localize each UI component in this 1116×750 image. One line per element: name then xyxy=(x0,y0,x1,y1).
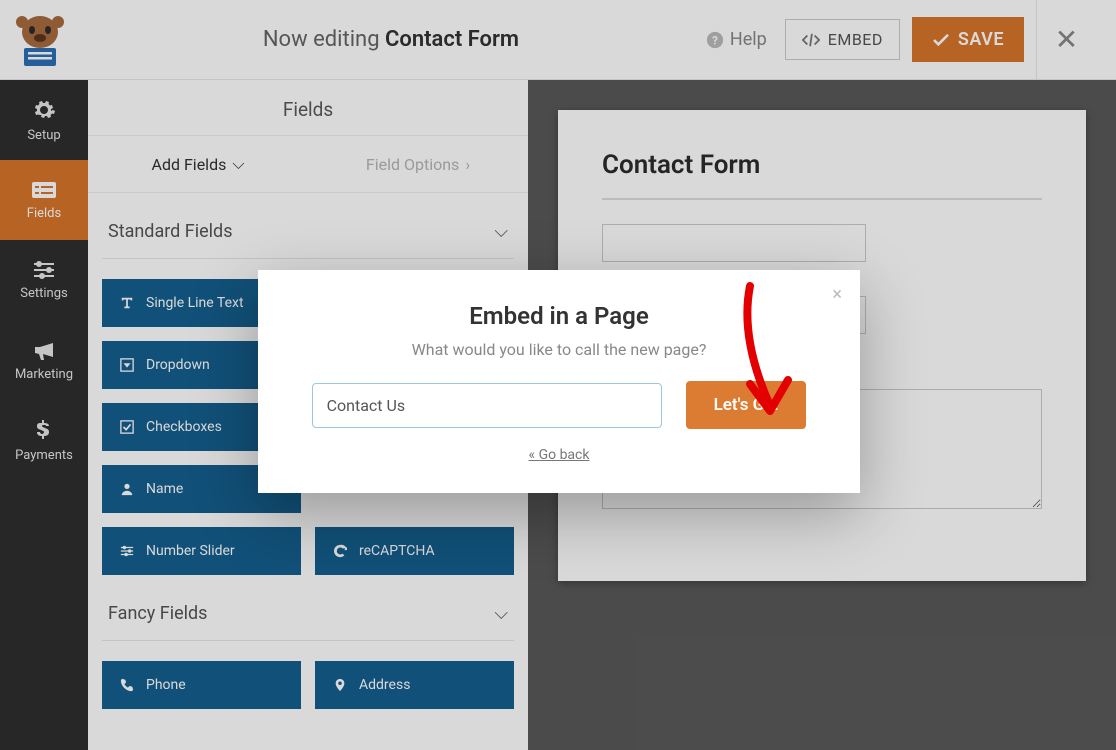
field-label: reCAPTCHA xyxy=(359,543,435,559)
section-standard-label: Standard Fields xyxy=(108,221,233,242)
now-editing: Now editing Contact Form xyxy=(76,27,706,52)
field-number-slider[interactable]: Number Slider xyxy=(102,527,301,575)
sidebar-item-setup[interactable]: Setup xyxy=(0,80,88,160)
help-icon: ? xyxy=(706,31,724,49)
go-back-link[interactable]: « Go back xyxy=(298,447,820,463)
sliders-icon xyxy=(32,260,56,280)
field-label: Phone xyxy=(146,677,186,693)
help-label: Help xyxy=(730,29,767,50)
sidebar-fields-label: Fields xyxy=(27,206,61,221)
list-icon xyxy=(32,180,56,200)
preview-field[interactable] xyxy=(602,218,1042,262)
section-fancy-fields[interactable]: Fancy Fields ⌵ xyxy=(102,575,514,641)
modal-title: Embed in a Page xyxy=(298,302,820,330)
modal-input-row: Let's Go! xyxy=(298,381,820,429)
sidebar-marketing-label: Marketing xyxy=(15,367,73,382)
top-bar: Now editing Contact Form ? Help EMBED SA… xyxy=(0,0,1116,80)
sidebar-setup-label: Setup xyxy=(27,128,60,143)
chevron-down-icon: ⌵ xyxy=(494,603,508,624)
embed-icon xyxy=(802,33,820,47)
sidebar-settings-label: Settings xyxy=(20,286,67,301)
left-sidebar: Setup Fields Settings Marketing Payments xyxy=(0,80,88,750)
modal-close-button[interactable]: × xyxy=(832,284,842,305)
section-fancy-label: Fancy Fields xyxy=(108,603,207,624)
svg-text:?: ? xyxy=(712,33,718,47)
panel-title: Fields xyxy=(88,80,528,135)
field-recaptcha[interactable]: reCAPTCHA xyxy=(315,527,514,575)
tab-add-fields[interactable]: Add Fields ⌵ xyxy=(88,136,308,192)
embed-button[interactable]: EMBED xyxy=(785,19,900,60)
close-builder-button[interactable]: ✕ xyxy=(1036,0,1096,80)
preview-input[interactable] xyxy=(602,224,866,262)
sidebar-payments-label: Payments xyxy=(15,448,73,463)
text-icon xyxy=(120,296,134,310)
gear-icon xyxy=(32,98,56,122)
section-standard-fields[interactable]: Standard Fields ⌵ xyxy=(102,193,514,259)
field-phone[interactable]: Phone xyxy=(102,661,301,709)
form-name: Contact Form xyxy=(385,27,519,52)
form-title: Contact Form xyxy=(602,150,1042,200)
lets-go-button[interactable]: Let's Go! xyxy=(686,381,807,429)
field-address[interactable]: Address xyxy=(315,661,514,709)
chevron-right-icon: › xyxy=(465,155,470,174)
save-button[interactable]: SAVE xyxy=(912,17,1024,62)
now-editing-prefix: Now editing xyxy=(263,27,385,52)
bullhorn-icon xyxy=(32,339,56,361)
tab-options-label: Field Options xyxy=(366,155,459,174)
check-icon xyxy=(932,33,950,47)
chevron-down-icon: ⌵ xyxy=(232,154,244,174)
sidebar-item-fields[interactable]: Fields xyxy=(0,160,88,240)
embed-modal: × Embed in a Page What would you like to… xyxy=(258,270,860,493)
help-link[interactable]: ? Help xyxy=(706,29,767,50)
field-label: Address xyxy=(359,677,410,693)
map-marker-icon xyxy=(333,678,347,692)
dollar-icon xyxy=(36,418,52,442)
save-label: SAVE xyxy=(958,29,1004,50)
modal-subtitle: What would you like to call the new page… xyxy=(298,340,820,359)
field-label: Single Line Text xyxy=(146,295,244,311)
field-label: Checkboxes xyxy=(146,419,222,435)
sidebar-item-settings[interactable]: Settings xyxy=(0,240,88,320)
sidebar-item-payments[interactable]: Payments xyxy=(0,400,88,480)
embed-label: EMBED xyxy=(828,30,883,49)
chevron-down-icon: ⌵ xyxy=(494,221,508,242)
tab-field-options[interactable]: Field Options › xyxy=(308,136,528,192)
field-label: Number Slider xyxy=(146,543,235,559)
google-icon xyxy=(333,544,347,558)
mascot-logo xyxy=(4,8,76,72)
user-icon xyxy=(120,482,134,496)
field-label: Dropdown xyxy=(146,357,210,373)
sidebar-item-marketing[interactable]: Marketing xyxy=(0,320,88,400)
check-square-icon xyxy=(120,420,134,434)
panel-tabs: Add Fields ⌵ Field Options › xyxy=(88,135,528,193)
phone-icon xyxy=(120,678,134,692)
field-label: Name xyxy=(146,481,183,497)
caret-square-icon xyxy=(120,358,134,372)
page-name-input[interactable] xyxy=(312,383,662,428)
tab-add-label: Add Fields xyxy=(152,155,227,174)
sliders-icon xyxy=(120,544,134,558)
fancy-fields-grid: Phone Address xyxy=(102,641,514,709)
